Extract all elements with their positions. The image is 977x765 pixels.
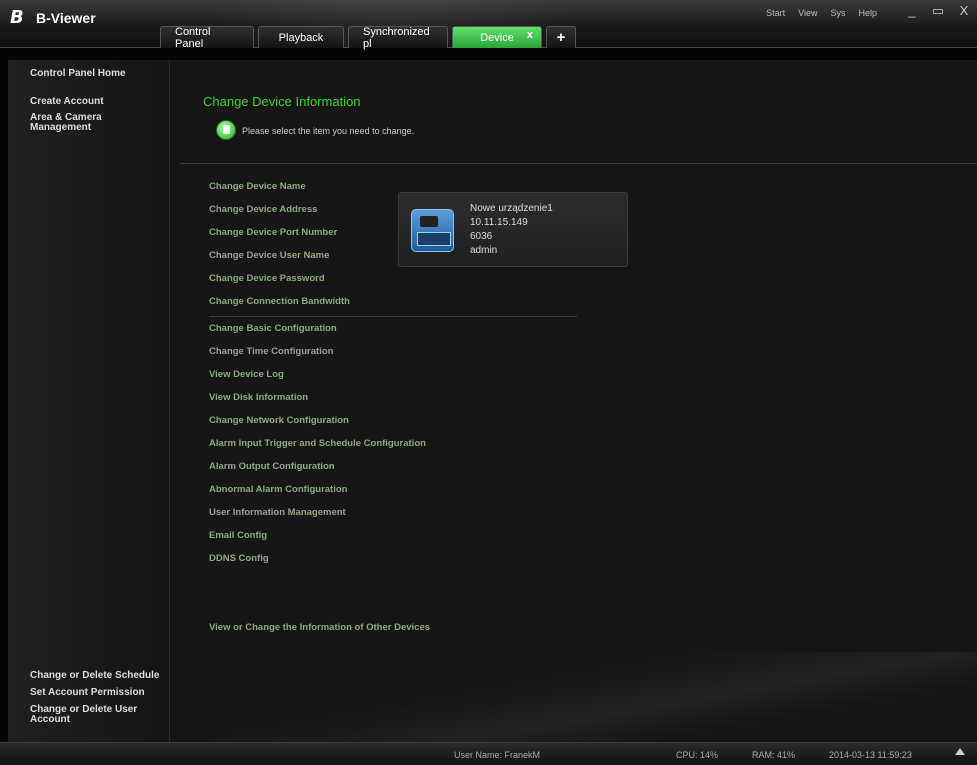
hint-text: Please select the item you need to chang… (242, 126, 415, 136)
add-tab-button[interactable]: + (546, 26, 576, 48)
restore-icon[interactable]: ▭ (931, 3, 945, 19)
tab-label: Synchronized pl (363, 25, 430, 50)
sidebar-item-control-panel-home[interactable]: Control Panel Home (30, 69, 126, 79)
page-title: Change Device Information (203, 94, 361, 109)
sidebar: Control Panel Home Create Account Area &… (8, 60, 170, 742)
link-email-config[interactable]: Email Config (209, 530, 267, 541)
tab-label: Device (480, 31, 514, 44)
info-bubble-icon (216, 120, 236, 140)
status-user: User Name: FranekM (454, 750, 541, 760)
link-change-time-configuration[interactable]: Change Time Configuration (209, 346, 333, 357)
status-bar: User Name: FranekM CPU: 14% RAM: 41% 201… (0, 742, 977, 765)
title-bar: B B-Viewer Start View Sys Help _ ▭ X Con… (0, 0, 977, 50)
dvr-device-icon (411, 209, 454, 252)
app-title: B-Viewer (36, 10, 96, 26)
tab-strip: Control Panel Playback Synchronized pl D… (160, 25, 576, 50)
device-name: Nowe urządzenie1 (470, 203, 553, 214)
device-user: admin (470, 245, 498, 256)
menu-view[interactable]: View (798, 8, 817, 18)
status-cpu: CPU: 14% (676, 750, 719, 760)
status-ram: RAM: 41% (752, 750, 796, 760)
divider (209, 316, 577, 317)
b-logo-icon: B (10, 7, 24, 28)
link-change-device-address[interactable]: Change Device Address (209, 204, 317, 215)
link-change-network-configuration[interactable]: Change Network Configuration (209, 415, 349, 426)
tab-device[interactable]: Device x (452, 26, 542, 48)
window-controls: _ ▭ X (905, 3, 971, 19)
expand-up-icon[interactable] (955, 748, 965, 755)
link-change-device-port-number[interactable]: Change Device Port Number (209, 227, 337, 238)
app-logo: B B-Viewer (10, 8, 96, 28)
menu-start[interactable]: Start (766, 8, 785, 18)
sidebar-item-create-account[interactable]: Create Account (30, 97, 104, 107)
device-address: 10.11.15.149 (470, 217, 528, 228)
menu-help[interactable]: Help (858, 8, 877, 18)
link-alarm-output-configuration[interactable]: Alarm Output Configuration (209, 461, 335, 472)
link-abnormal-alarm-configuration[interactable]: Abnormal Alarm Configuration (209, 484, 347, 495)
tab-control-panel[interactable]: Control Panel (160, 25, 254, 50)
tab-label: Control Panel (175, 25, 211, 50)
link-change-device-password[interactable]: Change Device Password (209, 273, 325, 284)
top-menu: Start View Sys Help (766, 8, 877, 18)
link-view-device-log[interactable]: View Device Log (209, 369, 284, 380)
main-panel: Change Device Information Please select … (170, 60, 977, 742)
close-icon[interactable]: X (957, 3, 971, 19)
tab-synchronized-playback[interactable]: Synchronized pl (348, 25, 448, 50)
sidebar-item-change-delete-schedule[interactable]: Change or Delete Schedule (30, 671, 159, 681)
link-change-basic-configuration[interactable]: Change Basic Configuration (209, 323, 337, 334)
divider (180, 163, 977, 164)
link-user-information-management[interactable]: User Information Management (209, 507, 346, 518)
status-datetime: 2014-03-13 11:59:23 (829, 750, 912, 760)
sidebar-item-set-account-permission[interactable]: Set Account Permission (30, 688, 145, 698)
link-ddns-config[interactable]: DDNS Config (209, 553, 269, 564)
minimize-icon[interactable]: _ (905, 3, 919, 19)
link-view-disk-information[interactable]: View Disk Information (209, 392, 308, 403)
tab-label: Playback (278, 31, 324, 44)
link-change-device-user-name[interactable]: Change Device User Name (209, 250, 329, 261)
menu-sys[interactable]: Sys (830, 8, 845, 18)
link-alarm-input-trigger-schedule[interactable]: Alarm Input Trigger and Schedule Configu… (209, 438, 426, 449)
link-change-device-name[interactable]: Change Device Name (209, 181, 306, 192)
tab-playback[interactable]: Playback (258, 26, 344, 48)
sidebar-item-change-delete-user-account[interactable]: Change or Delete User Account (30, 705, 137, 725)
link-change-connection-bandwidth[interactable]: Change Connection Bandwidth (209, 296, 350, 307)
device-info-card: Nowe urządzenie1 10.11.15.149 6036 admin (398, 192, 628, 267)
device-port: 6036 (470, 231, 493, 242)
tab-close-icon[interactable]: x (527, 29, 533, 41)
link-other-devices[interactable]: View or Change the Information of Other … (209, 622, 430, 633)
sidebar-item-area-camera-management[interactable]: Area & Camera Management (30, 113, 102, 133)
